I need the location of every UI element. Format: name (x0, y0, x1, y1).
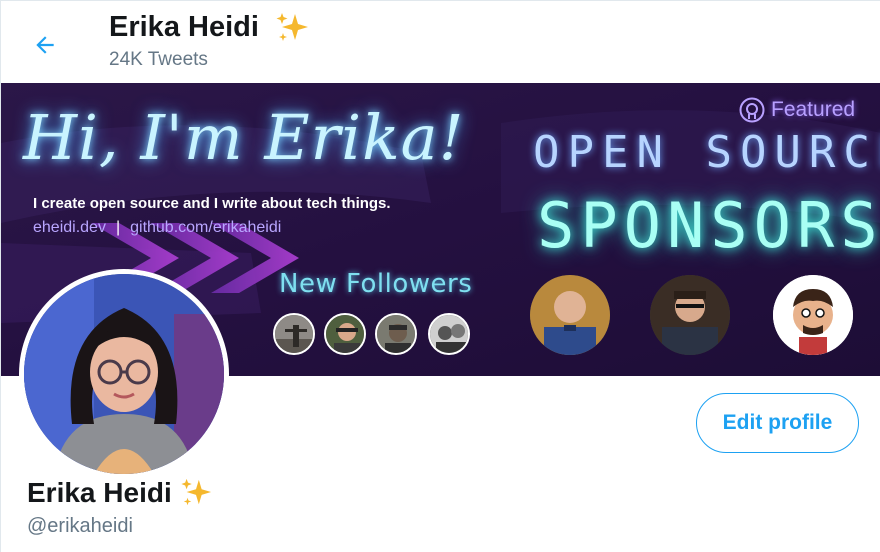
sponsor-avatar (530, 275, 610, 355)
edit-profile-button[interactable]: Edit profile (696, 393, 859, 453)
profile-avatar[interactable] (19, 269, 229, 479)
banner-greeting: Hi, I'm Erika! (23, 101, 465, 174)
profile-name: Erika Heidi (27, 477, 212, 509)
tweet-count: 24K Tweets (109, 49, 208, 70)
header-name-text: Erika Heidi (109, 11, 259, 43)
profile-name-text: Erika Heidi (27, 477, 172, 508)
banner-link-github: github.com/erikaheidi (130, 219, 282, 236)
sponsors-label: SPONSORS (537, 189, 880, 262)
open-source-label: OPEN SOURCE (533, 127, 880, 178)
follower-avatar (273, 313, 315, 355)
new-followers-label: New Followers (279, 269, 473, 299)
arrow-left-icon (36, 36, 54, 54)
featured-label: Featured (771, 98, 856, 121)
profile-header: Erika Heidi 24K Tweets (1, 1, 880, 83)
banner-tagline: I create open source and I write about t… (33, 195, 391, 212)
follower-avatar (428, 313, 470, 355)
github-icon (739, 97, 765, 123)
banner-link-site: eheidi.dev (33, 219, 106, 236)
follower-avatar (375, 313, 417, 355)
profile-page: Erika Heidi 24K Tweets Hi, I'm Erika! I … (0, 0, 880, 552)
follower-avatar (324, 313, 366, 355)
banner-link-separator: | (115, 219, 121, 236)
profile-handle: @erikaheidi (27, 515, 133, 537)
back-button[interactable] (25, 25, 65, 65)
sponsor-avatar (773, 275, 853, 355)
avatar (24, 274, 224, 474)
header-title: Erika Heidi (109, 11, 309, 45)
featured-badge: Featured (739, 95, 855, 125)
sparkles-icon (181, 478, 211, 506)
sponsor-avatar (650, 275, 730, 355)
sparkles-icon (276, 13, 308, 42)
banner-links: eheidi.dev | github.com/erikaheidi (33, 219, 281, 237)
